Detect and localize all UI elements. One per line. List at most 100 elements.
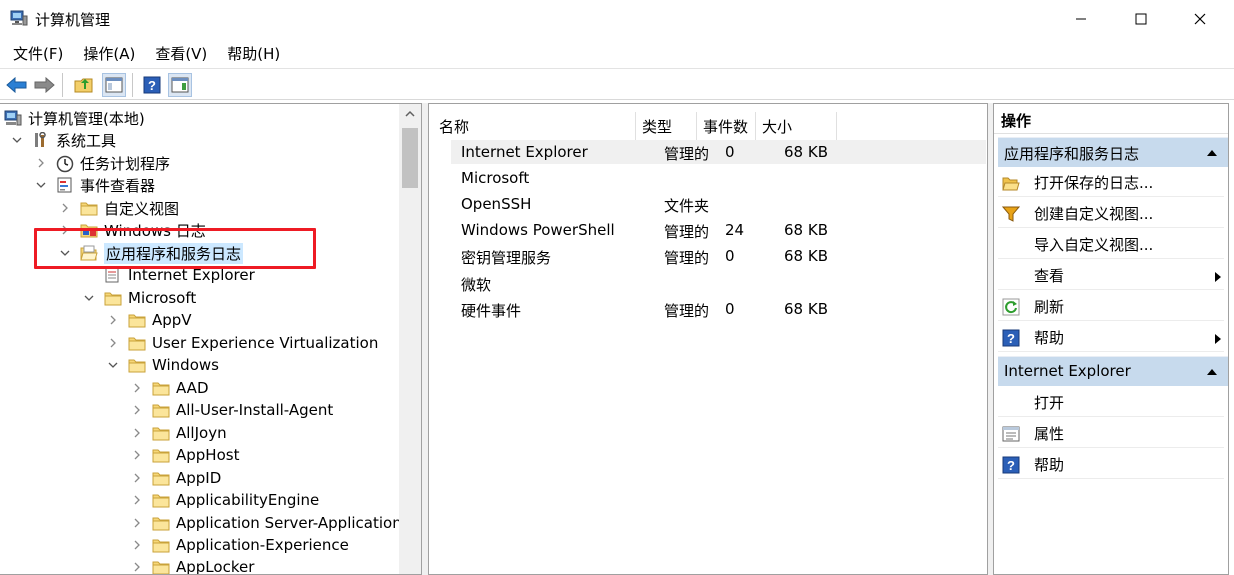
column-name[interactable]: 名称: [433, 112, 635, 140]
actions-section-internet-explorer[interactable]: Internet Explorer: [998, 356, 1228, 386]
tree-item[interactable]: AAD: [130, 377, 209, 399]
forward-arrow-icon[interactable]: [32, 73, 56, 97]
help-icon: ?: [1002, 329, 1020, 347]
collapse-icon[interactable]: [1206, 149, 1218, 157]
tree-item[interactable]: Application Server-Applications: [130, 512, 410, 534]
menu-action[interactable]: 操作(A): [70, 40, 145, 66]
chevron-right-icon[interactable]: [106, 313, 120, 327]
column-size[interactable]: 大小: [756, 112, 836, 140]
folder-icon: [128, 335, 146, 351]
tree-item[interactable]: User Experience Virtualization: [106, 332, 378, 354]
tree-item-label: AAD: [176, 379, 209, 397]
tree-item-label: Windows: [152, 356, 219, 374]
tree-item[interactable]: 任务计划程序: [34, 152, 170, 174]
chevron-down-icon[interactable]: [106, 358, 120, 372]
chevron-right-icon[interactable]: [34, 156, 48, 170]
tree-item[interactable]: 自定义视图: [58, 197, 179, 219]
action-item[interactable]: 创建自定义视图...: [998, 198, 1224, 228]
column-count[interactable]: 事件数: [697, 112, 755, 140]
tree-item[interactable]: AllJoyn: [130, 422, 227, 444]
list-row[interactable]: Internet Explorer 管理的 0 68 KB: [451, 140, 986, 164]
open-folder-icon: [1002, 174, 1020, 192]
submenu-arrow-icon: [1214, 269, 1222, 287]
chevron-right-icon[interactable]: [130, 471, 144, 485]
tree-item[interactable]: Application-Experience: [130, 534, 349, 556]
show-hide-action-pane-icon[interactable]: [168, 73, 192, 97]
help-icon[interactable]: ?: [140, 73, 164, 97]
tree-item[interactable]: All-User-Install-Agent: [130, 399, 333, 421]
window-title: 计算机管理: [35, 11, 111, 29]
chevron-right-icon[interactable]: [130, 516, 144, 530]
list-row[interactable]: 微软: [451, 271, 986, 295]
tree-item[interactable]: Microsoft: [82, 287, 196, 309]
actions-pane: 操作 应用程序和服务日志 打开保存的日志... 创建自定义视图... 导入自定义视图…: [993, 103, 1229, 575]
chevron-right-icon[interactable]: [130, 448, 144, 462]
tree-item[interactable]: 计算机管理(本地): [4, 107, 145, 129]
chevron-right-icon[interactable]: [130, 426, 144, 440]
tree-item[interactable]: AppLocker: [130, 556, 254, 574]
chevron-right-icon[interactable]: [130, 560, 144, 574]
tree-item-label: AllJoyn: [176, 424, 227, 442]
tree-item-label: User Experience Virtualization: [152, 334, 379, 352]
action-item[interactable]: 打开: [998, 387, 1224, 417]
tree-item[interactable]: 事件查看器: [34, 174, 155, 196]
action-item[interactable]: 打开保存的日志...: [998, 167, 1224, 197]
tree-scrollbar[interactable]: [399, 104, 421, 574]
chevron-right-icon[interactable]: [130, 403, 144, 417]
tree-item[interactable]: AppID: [130, 467, 221, 489]
chevron-right-icon[interactable]: [130, 538, 144, 552]
filter-icon: [1001, 205, 1021, 223]
chevron-right-icon[interactable]: [130, 493, 144, 507]
show-hide-tree-icon[interactable]: [102, 73, 126, 97]
list-row[interactable]: 密钥管理服务 管理的 0 68 KB: [451, 244, 986, 268]
actions-section-app-logs[interactable]: 应用程序和服务日志: [998, 137, 1228, 167]
menu-file[interactable]: 文件(F): [0, 40, 73, 66]
section-label: Internet Explorer: [1004, 362, 1131, 380]
action-item[interactable]: 导入自定义视图...: [998, 229, 1224, 259]
close-button[interactable]: [1171, 0, 1229, 38]
up-folder-icon[interactable]: [72, 73, 96, 97]
menu-view[interactable]: 查看(V): [142, 40, 217, 66]
action-label: 属性: [1034, 425, 1065, 443]
section-label: 应用程序和服务日志: [1004, 145, 1140, 163]
list-row[interactable]: OpenSSH 文件夹: [451, 192, 986, 216]
scrollbar-thumb[interactable]: [402, 128, 418, 188]
column-type[interactable]: 类型: [636, 112, 696, 140]
list-row[interactable]: 硬件事件 管理的 0 68 KB: [451, 297, 986, 321]
chevron-right-icon[interactable]: [106, 336, 120, 350]
cell-count: 24: [725, 221, 745, 239]
computer-management-icon: [10, 10, 28, 26]
list-row[interactable]: Microsoft: [451, 166, 986, 190]
list-row[interactable]: Windows PowerShell 管理的 24 68 KB: [451, 218, 986, 242]
folder-icon: [152, 447, 170, 463]
action-item[interactable]: ? 帮助: [998, 449, 1224, 479]
chevron-down-icon[interactable]: [10, 133, 24, 147]
action-item[interactable]: 属性: [998, 418, 1224, 448]
tree-item[interactable]: AppHost: [130, 444, 239, 466]
svg-text:?: ?: [148, 78, 156, 93]
tree-item[interactable]: AppV: [106, 309, 192, 331]
chevron-right-icon[interactable]: [130, 381, 144, 395]
maximize-button[interactable]: [1112, 0, 1170, 38]
collapse-icon[interactable]: [1206, 368, 1218, 376]
svg-text:?: ?: [1007, 458, 1015, 473]
minimize-button[interactable]: [1052, 0, 1110, 38]
tree-item-label: ApplicabilityEngine: [176, 491, 320, 509]
toolbar: ?: [0, 68, 1234, 100]
tree-item-label: All-User-Install-Agent: [176, 401, 334, 419]
tree-item[interactable]: ApplicabilityEngine: [130, 489, 319, 511]
action-item[interactable]: ? 帮助: [998, 322, 1224, 352]
back-arrow-icon[interactable]: [5, 73, 29, 97]
menu-help[interactable]: 帮助(H): [214, 40, 290, 66]
action-label: 刷新: [1034, 298, 1065, 316]
action-item[interactable]: 刷新: [998, 291, 1224, 321]
chevron-down-icon[interactable]: [82, 291, 96, 305]
chevron-right-icon[interactable]: [58, 201, 72, 215]
tree-item[interactable]: 系统工具: [10, 129, 116, 151]
tree-item-label: Microsoft: [128, 289, 197, 307]
action-item[interactable]: 查看: [998, 260, 1224, 290]
action-label: 创建自定义视图...: [1034, 205, 1154, 223]
chevron-down-icon[interactable]: [34, 178, 48, 192]
tree-item[interactable]: Windows: [106, 354, 219, 376]
